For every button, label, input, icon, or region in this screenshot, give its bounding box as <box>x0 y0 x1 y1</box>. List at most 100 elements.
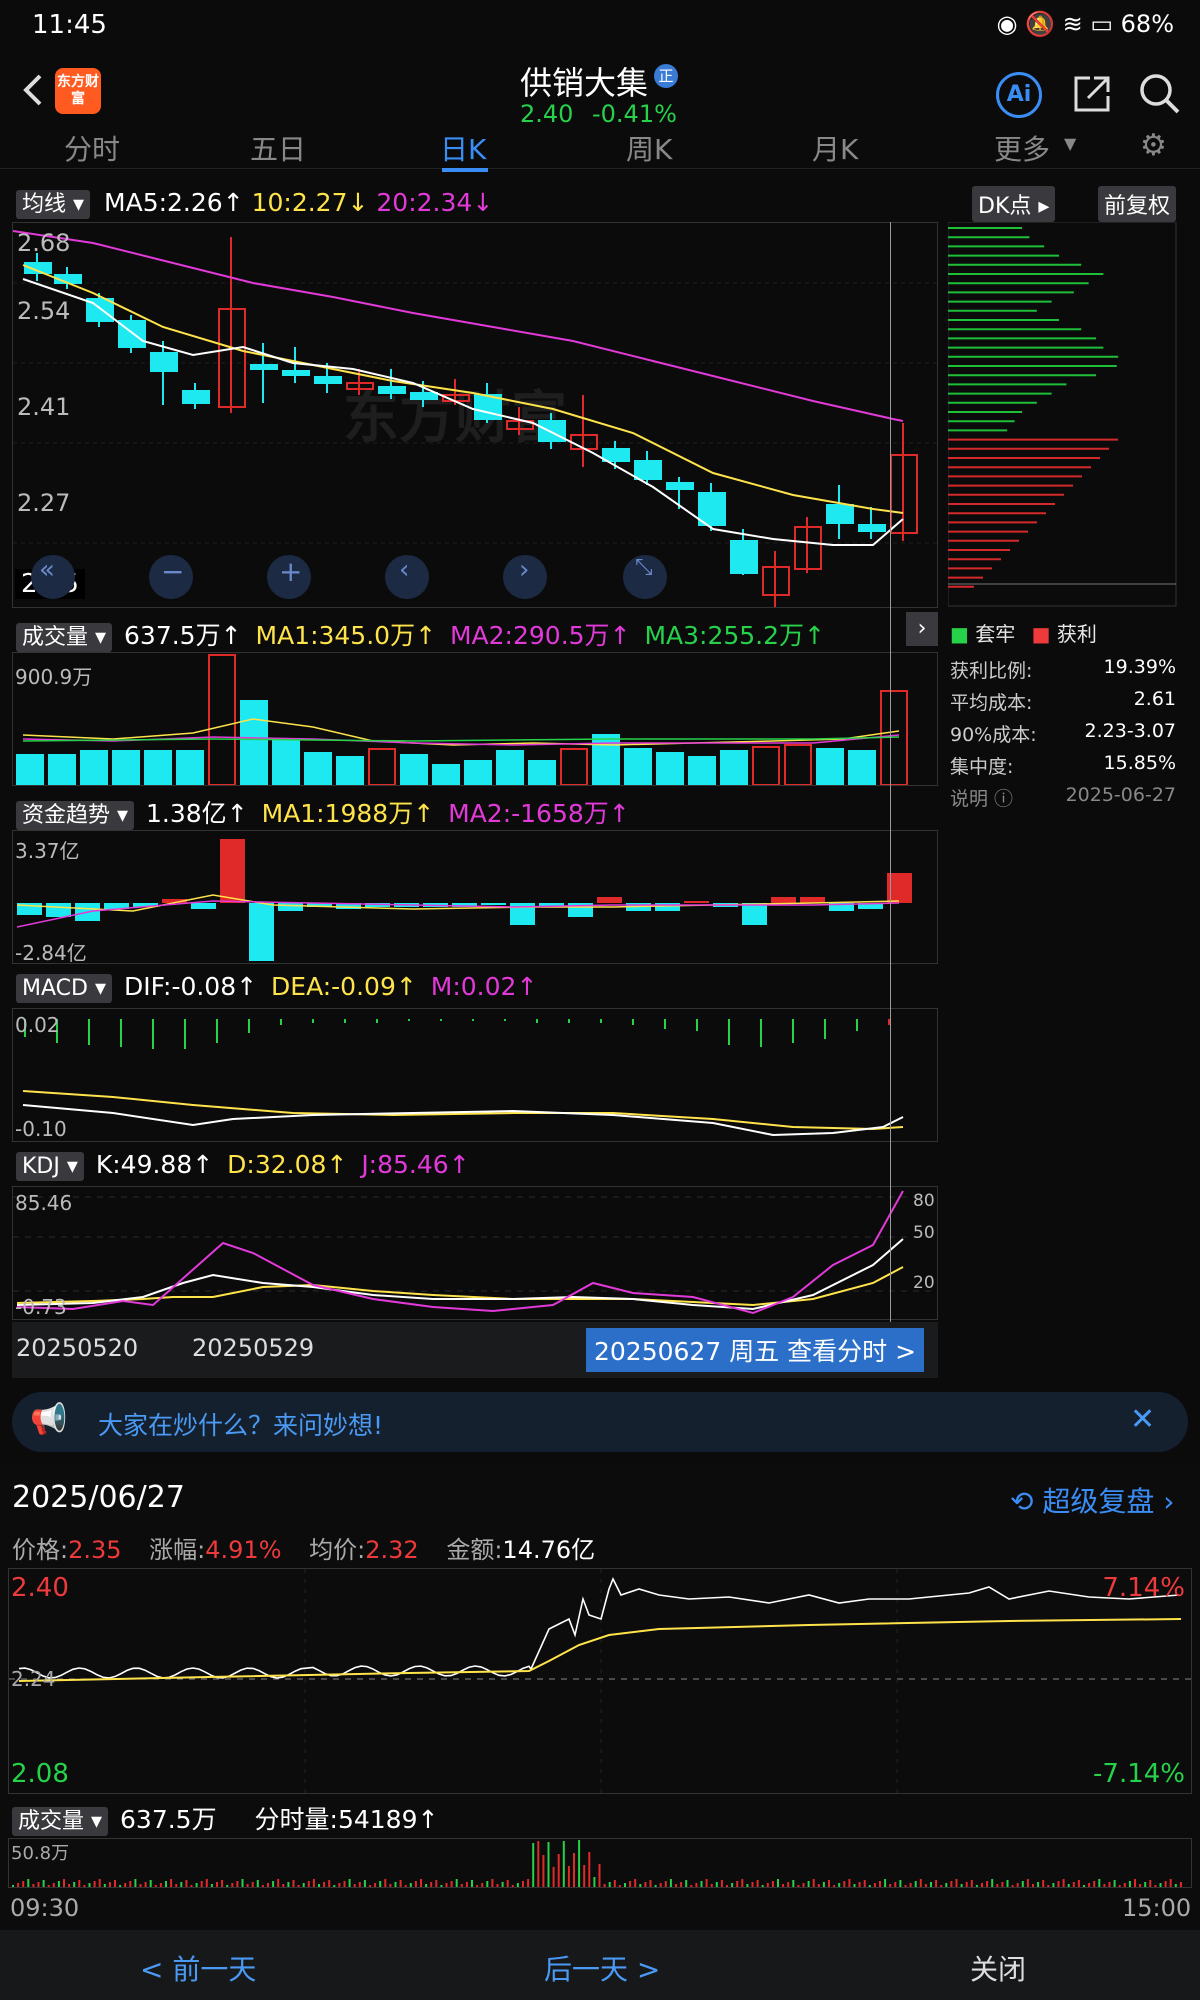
view-intraday-button[interactable]: 20250627 周五 查看分时 > <box>586 1328 925 1372</box>
banner-text[interactable]: 大家在炒什么？来问妙想! <box>98 1406 383 1442</box>
zoom-in-button[interactable]: + <box>267 555 311 599</box>
price-label-3: 2.41 <box>17 393 71 421</box>
macd-bottom-label: -0.10 <box>15 1117 67 1141</box>
intraday-volume-chart <box>12 1840 1182 1887</box>
pan-right-button[interactable]: › <box>503 555 547 599</box>
search-icon[interactable] <box>1136 70 1182 116</box>
candle-body <box>150 352 178 372</box>
indicator-selector[interactable]: 均线 ▾ <box>16 190 91 219</box>
volume-bar <box>528 760 556 785</box>
volume-bar <box>304 752 332 785</box>
share-icon[interactable] <box>1070 72 1114 116</box>
expand-icon[interactable]: ⤡ <box>623 555 667 599</box>
intraday-low-pct: -7.14% <box>1093 1759 1185 1789</box>
fund-bar <box>249 903 274 961</box>
adjust-button[interactable]: 前复权 <box>1098 186 1177 222</box>
next-day-button[interactable]: 后一天 > <box>544 1948 660 1988</box>
stock-header: 东方财富 供销大集 正 2.40 -0.41% Ai <box>0 50 1200 136</box>
fund-selector[interactable]: 资金趋势 ▾ <box>16 801 135 830</box>
volume-bar <box>816 748 844 785</box>
kdj-top-label: 85.46 <box>15 1191 73 1215</box>
prev-day-button[interactable]: < 前一天 <box>140 1948 256 1988</box>
macd-selector[interactable]: MACD ▾ <box>16 974 112 1003</box>
intraday-high-label: 2.40 <box>11 1573 69 1603</box>
fund-bar <box>220 839 245 903</box>
volume-bar <box>720 750 748 785</box>
macd-chart <box>22 1019 904 1137</box>
super-replay-link[interactable]: ⟲ 超级复盘 › <box>1010 1480 1175 1520</box>
verified-badge: 正 <box>654 64 678 88</box>
tab-more[interactable]: 更多 <box>994 128 1050 168</box>
candle-body <box>282 370 310 376</box>
volume-chart <box>16 654 908 785</box>
kdj-chart <box>13 1190 937 1315</box>
chip-distribution-chart <box>948 222 1177 607</box>
intraday-stats: 价格:2.35 涨幅:4.91% 均价:2.32 金额:14.76亿 <box>12 1536 596 1564</box>
kline-panel[interactable]: 东方财富 2.68 2.54 2.41 2.27 2.15 « − + ‹ › … <box>12 222 938 608</box>
macd-panel[interactable]: 0.02 -0.10 <box>12 1008 938 1142</box>
volume-selector[interactable]: 成交量 ▾ <box>16 623 113 652</box>
candle-body <box>410 392 438 400</box>
average-price-line <box>18 1618 1182 1682</box>
volume-bar <box>48 754 76 785</box>
fund-top-label: 3.37亿 <box>15 839 80 863</box>
battery-icon: ▭ <box>1090 10 1114 38</box>
intraday-volume-panel[interactable]: 50.8万 <box>8 1838 1192 1888</box>
settings-gear-icon[interactable]: ⚙ <box>1140 128 1167 163</box>
volume-panel[interactable]: 900.9万 <box>12 652 938 786</box>
stock-name: 供销大集 <box>520 64 649 102</box>
tab-monthly-k[interactable]: 月K <box>812 128 858 168</box>
back-arrow-icon[interactable] <box>14 70 54 110</box>
candle-body <box>602 448 630 462</box>
pan-left-fast-button[interactable]: « <box>31 555 75 599</box>
tab-five-day[interactable]: 五日 <box>250 128 306 168</box>
volume-max-label: 900.9万 <box>15 665 93 689</box>
intraday-volume-selector[interactable]: 成交量 ▾ <box>12 1807 109 1836</box>
candle-body <box>826 504 854 524</box>
candle-body <box>698 492 726 526</box>
fund-row: 资金趋势 ▾ 1.38亿↑ MA1:1988万↑ MA2:-1658万↑ <box>16 794 630 830</box>
kdj-selector[interactable]: KDJ ▾ <box>16 1152 84 1181</box>
price-label-4: 2.27 <box>17 489 71 517</box>
kdj-panel[interactable]: 85.46 -0.73 80 50 20 <box>12 1186 938 1320</box>
fund-bar <box>742 903 767 925</box>
volume-bar <box>176 750 204 785</box>
fund-bar <box>278 903 303 911</box>
replay-icon: ⟲ <box>1010 1485 1034 1518</box>
chip-stats: 获利比例: 19.39% 平均成本: 2.61 90%成本: 2.23-3.07 集中… <box>950 656 1176 810</box>
macd-top-label: 0.02 <box>15 1013 60 1037</box>
close-button[interactable]: 关闭 <box>970 1948 1026 1988</box>
dk-point-button[interactable]: DK点 ▸ <box>972 186 1056 222</box>
ma10-value: 10:2.27 <box>251 188 348 217</box>
volume-bar <box>560 748 588 785</box>
collapse-panel-button[interactable]: › <box>906 612 938 646</box>
tab-daily-k[interactable]: 日K <box>440 128 486 168</box>
macd-row: MACD ▾ DIF:-0.08↑ DEA:-0.09↑ M:0.02↑ <box>16 972 537 1003</box>
ask-banner[interactable]: 📢 大家在炒什么？来问妙想! ✕ <box>12 1392 1188 1452</box>
crosshair-line <box>890 222 891 1322</box>
pan-left-button[interactable]: ‹ <box>385 555 429 599</box>
candle-body <box>250 364 278 370</box>
intraday-low-label: 2.08 <box>11 1759 69 1789</box>
wifi-icon: ≋ <box>1062 10 1083 38</box>
ai-button[interactable]: Ai <box>996 72 1042 118</box>
price-label-2: 2.54 <box>17 297 71 325</box>
eye-icon: ◉ <box>996 10 1018 38</box>
intraday-volume-row: 成交量 ▾ 637.5万 分时量:54189↑ <box>12 1800 438 1836</box>
zoom-out-button[interactable]: − <box>149 555 193 599</box>
time-start: 09:30 <box>10 1894 80 1922</box>
megaphone-icon: 📢 <box>30 1402 68 1437</box>
chip-note-link[interactable]: 说明 <box>950 788 988 810</box>
fund-chart <box>16 839 912 961</box>
close-icon[interactable]: ✕ <box>1130 1402 1155 1437</box>
bottom-nav: < 前一天 后一天 > 关闭 <box>0 1930 1200 2000</box>
kdj-level-80: 80 <box>913 1191 935 1211</box>
volume-bar <box>80 750 108 785</box>
kline-chart[interactable] <box>13 223 937 607</box>
fund-panel[interactable]: 3.37亿 -2.84亿 <box>12 830 938 965</box>
intraday-panel[interactable]: 2.40 2.24 2.08 7.14% -7.14% <box>8 1568 1192 1794</box>
tab-weekly-k[interactable]: 周K <box>626 128 672 168</box>
tab-intraday[interactable]: 分时 <box>64 128 120 168</box>
intraday-high-pct: 7.14% <box>1102 1573 1185 1603</box>
status-icons: ◉ 🔕 ≋ ▭ 68% <box>996 10 1174 38</box>
